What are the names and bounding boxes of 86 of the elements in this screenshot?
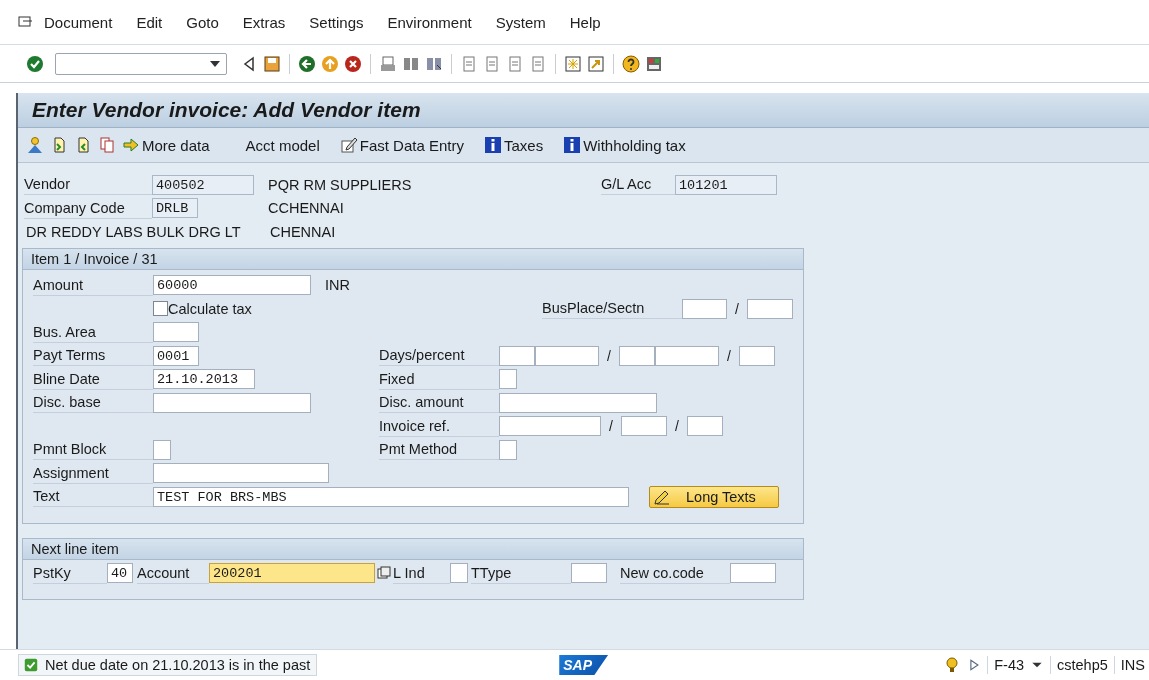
vendor-name: PQR RM SUPPLIERS bbox=[268, 176, 413, 193]
input-field[interactable] bbox=[618, 345, 655, 366]
company-city: CCHENNAI bbox=[268, 200, 344, 217]
caret-icon[interactable] bbox=[210, 60, 220, 67]
page-icon[interactable] bbox=[529, 54, 547, 73]
menu-item[interactable]: Help bbox=[569, 13, 601, 31]
input-field[interactable]: 40 bbox=[107, 563, 133, 584]
arrow-icon[interactable] bbox=[122, 136, 140, 154]
menu-item[interactable]: Edit bbox=[136, 13, 163, 31]
logo: SAP bbox=[559, 655, 609, 675]
separator-text: / bbox=[726, 347, 731, 364]
separator-text: / bbox=[674, 418, 679, 435]
success-icon[interactable] bbox=[23, 657, 39, 673]
input-field[interactable]: TEST FOR BRS-MBS bbox=[153, 486, 629, 507]
edit-icon[interactable] bbox=[339, 136, 358, 154]
company-name: DR REDDY LABS BULK DRG LT bbox=[25, 223, 242, 240]
input-field[interactable] bbox=[450, 563, 468, 584]
input-field[interactable]: 400502 bbox=[152, 174, 254, 195]
input-field[interactable]: 0001 bbox=[153, 345, 199, 366]
input-field[interactable] bbox=[499, 439, 517, 460]
person-icon[interactable] bbox=[26, 136, 44, 154]
toolbar-button[interactable]: Acct model bbox=[245, 136, 320, 154]
toolbar-button[interactable]: Taxes bbox=[483, 136, 544, 154]
page-icon[interactable] bbox=[506, 54, 524, 73]
input-field[interactable] bbox=[682, 298, 727, 319]
input-field[interactable] bbox=[153, 439, 171, 460]
input-field[interactable] bbox=[499, 369, 517, 390]
separator-text: / bbox=[609, 418, 613, 435]
toolbar-button[interactable]: More data bbox=[122, 136, 210, 154]
info-icon[interactable] bbox=[563, 136, 582, 154]
new-window-icon[interactable] bbox=[564, 54, 582, 73]
input-field[interactable] bbox=[535, 345, 599, 366]
page-icon[interactable] bbox=[460, 54, 478, 73]
cancel-icon[interactable] bbox=[344, 54, 362, 73]
up-icon[interactable] bbox=[321, 54, 339, 73]
command-field[interactable] bbox=[55, 52, 227, 75]
server-name: cstehp5 bbox=[1057, 657, 1108, 673]
screen-title: Enter Vendor invoice: Add Vendor item bbox=[18, 93, 1149, 128]
toolbar-button[interactable]: Withholding tax bbox=[563, 136, 686, 154]
input-field[interactable] bbox=[571, 563, 607, 584]
input-field[interactable] bbox=[153, 322, 199, 343]
shortcut-icon[interactable] bbox=[587, 54, 605, 73]
info-icon[interactable] bbox=[483, 136, 502, 154]
check-icon[interactable] bbox=[26, 54, 44, 73]
transaction-code[interactable]: F-43 bbox=[994, 657, 1025, 673]
menu-item[interactable]: Extras bbox=[242, 13, 286, 31]
separator-text: / bbox=[607, 347, 611, 364]
checkbox[interactable] bbox=[153, 301, 168, 317]
toolbar-button[interactable]: Fast Data Entry bbox=[339, 136, 464, 154]
input-field[interactable]: 60000 bbox=[153, 275, 311, 296]
input-field[interactable] bbox=[153, 392, 311, 413]
input-field[interactable] bbox=[686, 416, 723, 437]
panel-title: Item 1 / Invoice / 31 bbox=[23, 248, 803, 270]
copy-icon[interactable] bbox=[98, 136, 116, 154]
input-field[interactable]: 200201 bbox=[209, 563, 375, 584]
input-field[interactable] bbox=[746, 298, 793, 319]
long-texts-button[interactable]: Long Texts bbox=[649, 485, 779, 508]
input-field[interactable]: 101201 bbox=[675, 174, 777, 195]
input-field[interactable] bbox=[499, 416, 601, 437]
input-field[interactable] bbox=[499, 345, 535, 366]
separator-text: / bbox=[735, 300, 739, 317]
layout-icon[interactable] bbox=[645, 54, 663, 73]
save-icon[interactable] bbox=[263, 54, 281, 73]
menu-item[interactable]: System bbox=[495, 13, 546, 31]
menu-item[interactable]: Settings bbox=[309, 13, 364, 31]
input-field[interactable]: DRLB bbox=[152, 198, 198, 219]
input-field[interactable] bbox=[738, 345, 775, 366]
menu-item[interactable]: Environment bbox=[387, 13, 472, 31]
company-city: CHENNAI bbox=[270, 223, 336, 240]
input-field[interactable] bbox=[620, 416, 667, 437]
print-icon[interactable] bbox=[379, 54, 397, 73]
page-icon[interactable] bbox=[483, 54, 501, 73]
input-mode: INS bbox=[1120, 657, 1145, 673]
menu-item[interactable]: Document bbox=[44, 13, 113, 31]
input-field[interactable]: 21.10.2013 bbox=[153, 369, 255, 390]
checkbox-label: Calculate tax bbox=[168, 300, 253, 317]
panel-title: Next line item bbox=[23, 538, 803, 560]
help-icon[interactable] bbox=[622, 54, 640, 73]
input-field[interactable] bbox=[499, 392, 657, 413]
currency-text: INR bbox=[325, 277, 350, 294]
input-field[interactable] bbox=[730, 563, 776, 584]
status-message: Net due date on 21.10.2013 is in the past bbox=[18, 654, 318, 676]
menu-item[interactable]: Goto bbox=[186, 13, 219, 31]
input-field[interactable] bbox=[654, 345, 719, 366]
input-field[interactable] bbox=[153, 463, 329, 484]
back-icon[interactable] bbox=[298, 54, 316, 73]
